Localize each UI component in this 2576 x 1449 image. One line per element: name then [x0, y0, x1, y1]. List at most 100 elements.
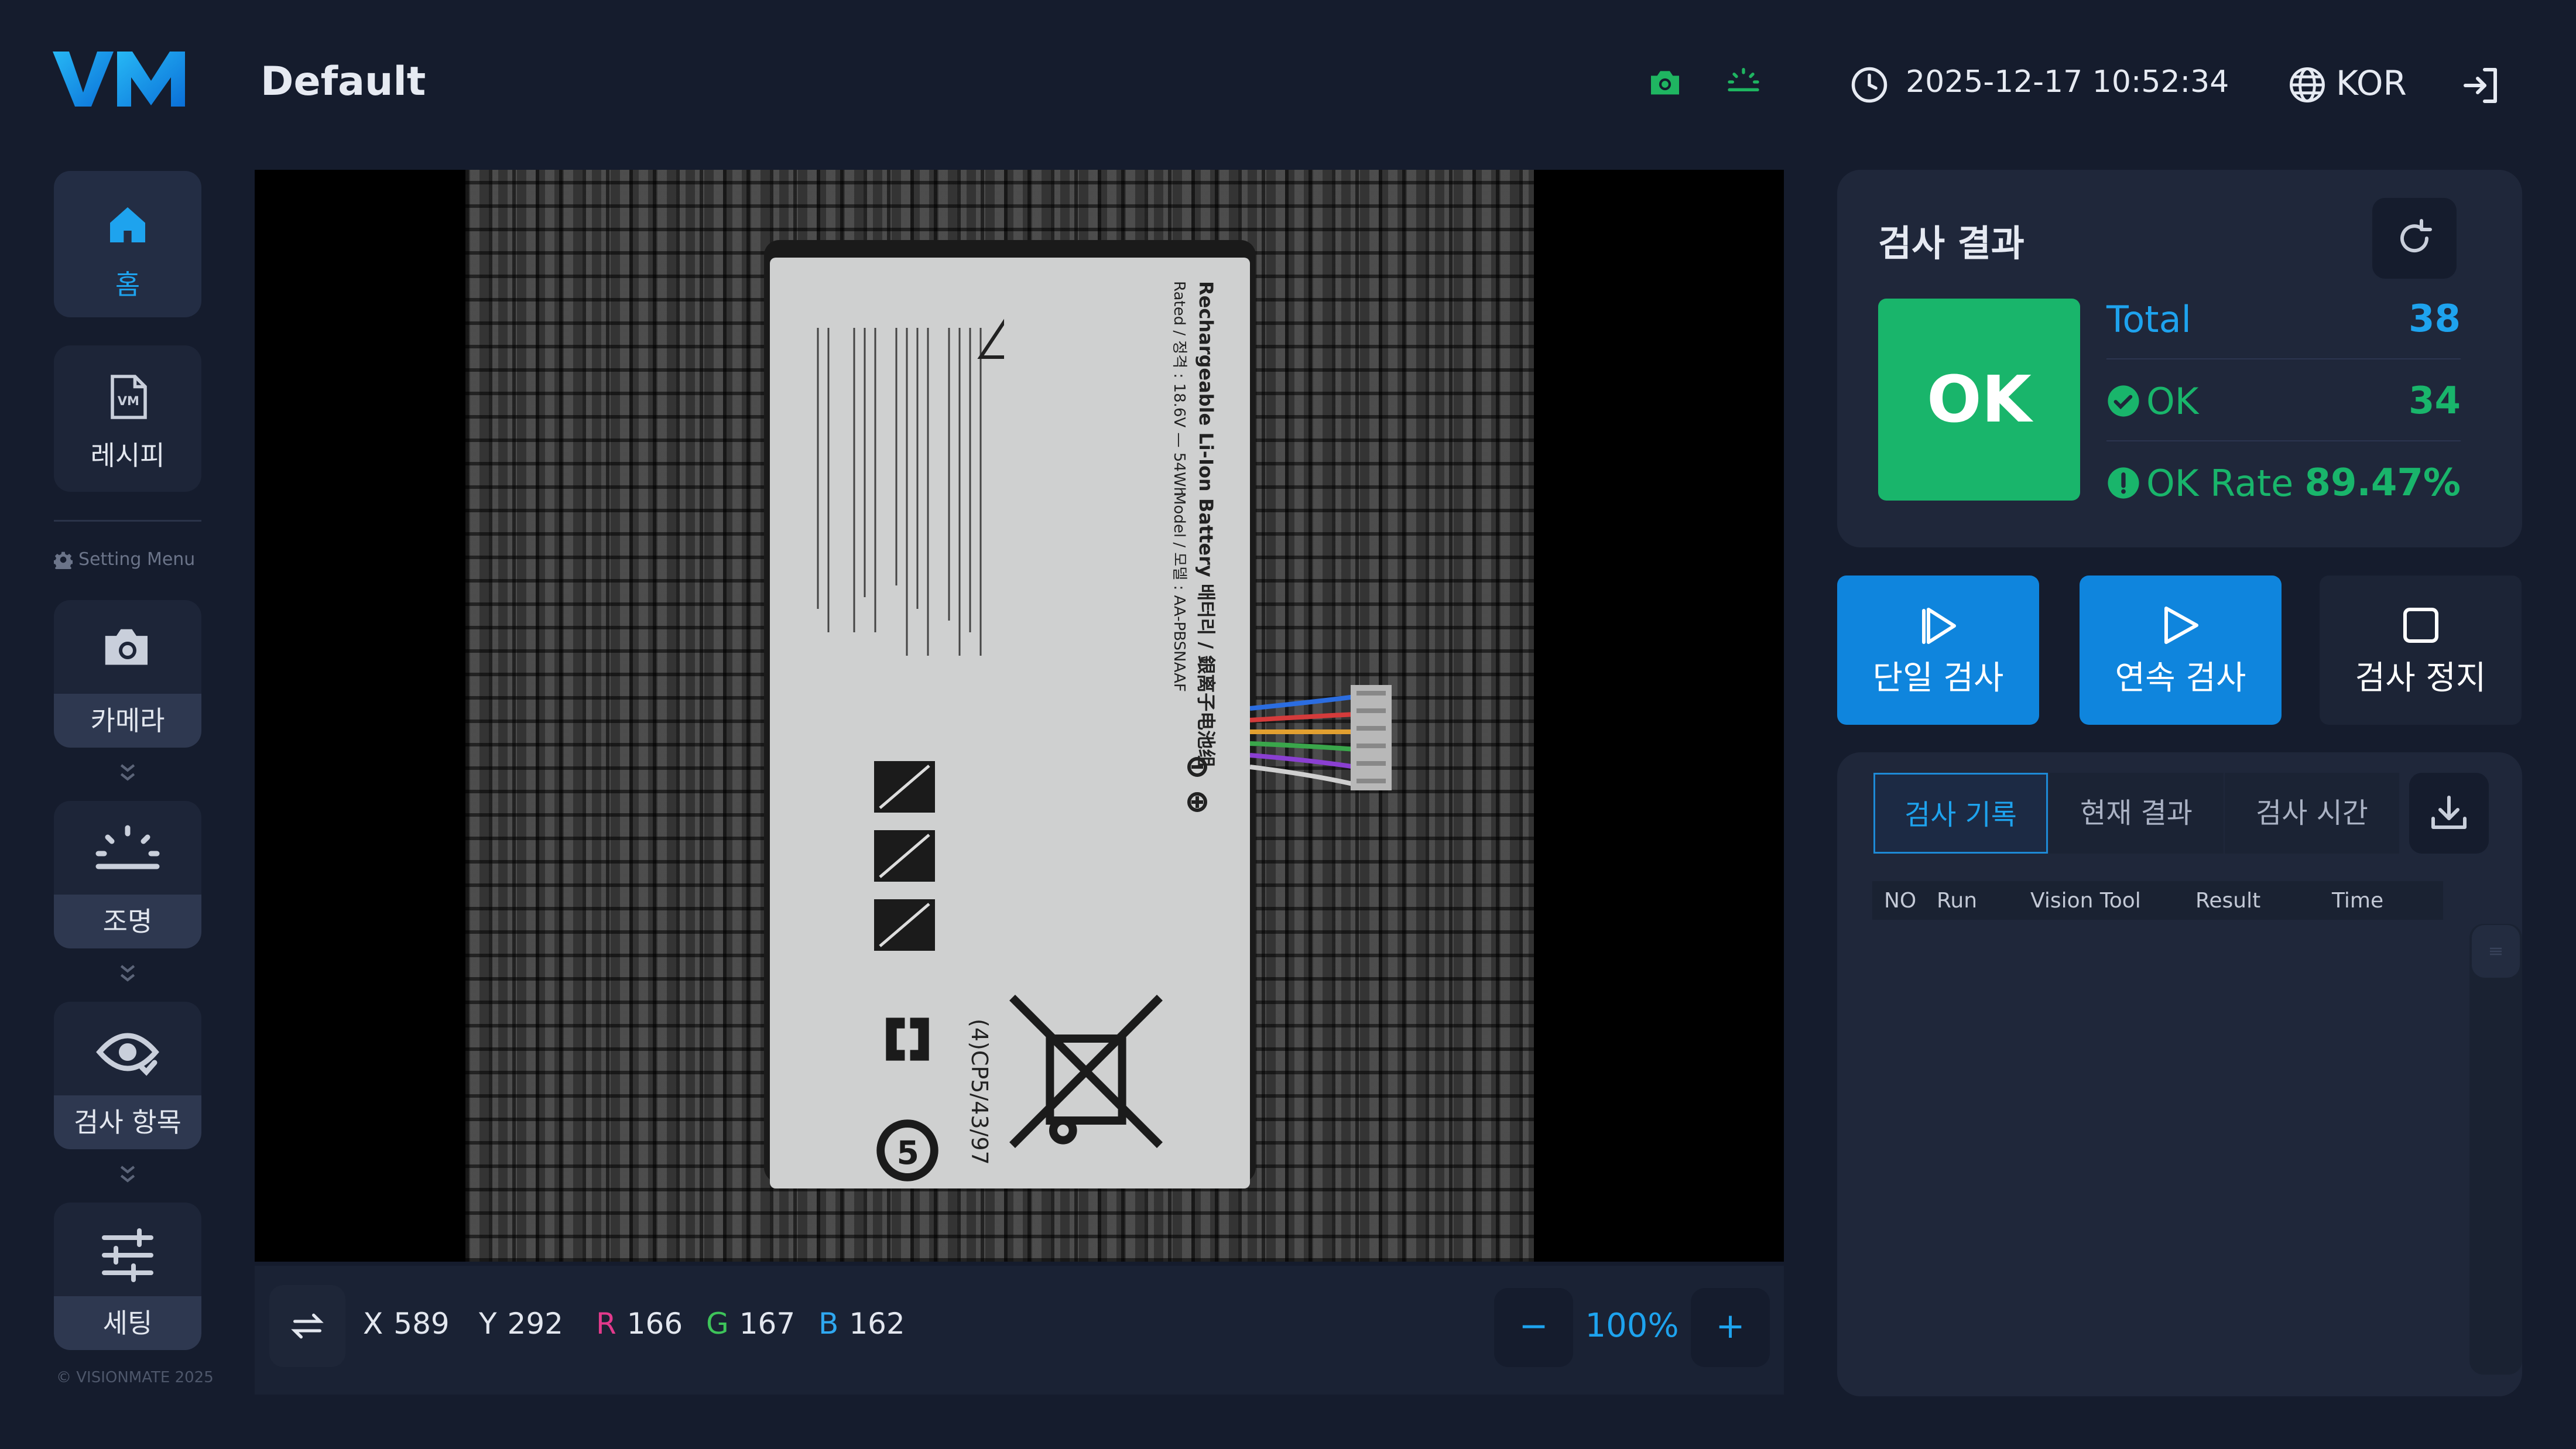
home-icon: [110, 207, 145, 242]
sidebar-item-label: 카메라: [54, 694, 201, 748]
r-label: R: [596, 1307, 616, 1341]
stat-ok: OK 34: [2106, 360, 2461, 442]
setting-menu-label: Setting Menu: [78, 549, 196, 570]
sidebar-item-recipe[interactable]: VM 레시피: [54, 345, 201, 492]
ok-rate-label: OK Rate: [2146, 461, 2294, 505]
history-table-header: NO Run Vision Tool Result Time: [1872, 881, 2443, 920]
single-inspection-button[interactable]: 단일 검사: [1837, 576, 2039, 725]
download-button[interactable]: [2409, 773, 2489, 854]
y-value: 292: [507, 1307, 563, 1341]
sidebar-item-label: 조명: [54, 895, 201, 948]
tab-inspection-time[interactable]: 검사 시간: [2225, 773, 2399, 854]
sidebar-item-label: 검사 항목: [54, 1095, 201, 1149]
pixel-x-readout: X 589: [363, 1307, 450, 1341]
stop-inspection-label: 검사 정지: [2355, 659, 2486, 697]
download-icon: [2431, 796, 2467, 829]
visionmate-logo: [53, 52, 185, 107]
x-label: X: [363, 1307, 383, 1341]
sidebar-item-lighting[interactable]: 조명: [54, 801, 201, 948]
sidebar-item-settings[interactable]: 세팅: [54, 1203, 201, 1350]
gear-icon: [54, 551, 73, 569]
wire-connector: [1250, 685, 1392, 790]
result-status-badge: OK: [1878, 299, 2080, 501]
ok-rate-value: 89.47%: [2304, 461, 2461, 505]
total-label: Total: [2106, 297, 2191, 341]
zoom-in-button[interactable]: +: [1691, 1288, 1770, 1367]
polarity-marks: [1187, 757, 1207, 812]
grip-icon: [2490, 947, 2502, 955]
clock-icon: [1851, 67, 1888, 103]
globe-icon[interactable]: [2288, 66, 2327, 104]
alert-circle-icon: [2108, 467, 2139, 499]
stat-ok-rate: OK Rate 89.47%: [2106, 442, 2461, 524]
warning-symbols: [874, 761, 935, 951]
sidebar-item-camera[interactable]: 카메라: [54, 600, 201, 748]
check-circle-icon: [2108, 385, 2139, 417]
battery-model-code: (4)CP5/43/97: [967, 1019, 992, 1165]
scrollbar-thumb[interactable]: [2472, 925, 2520, 978]
zoom-out-button[interactable]: −: [1494, 1288, 1573, 1367]
page-title: Default: [261, 59, 426, 105]
column-header-time: Time: [2332, 888, 2384, 913]
sidebar-divider: [54, 520, 201, 522]
battery-label: Rechargeable Li-Ion Battery 배터리 / 銀离子电池组…: [770, 258, 1250, 1188]
g-label: G: [706, 1307, 729, 1341]
sidebar-item-inspection-items[interactable]: 검사 항목: [54, 1002, 201, 1149]
zoom-level: 100%: [1585, 1307, 1679, 1345]
copyright-text: © VISIONMATE 2025: [56, 1369, 214, 1386]
column-header-run: Run: [1937, 888, 1978, 913]
battery-title: Rechargeable Li-Ion Battery 배터리 / 銀离子电池组: [1195, 281, 1217, 768]
play-icon: [2164, 607, 2198, 644]
battery-rating: Rated / 정격 : 18.6V — 54Wh: [1170, 281, 1188, 497]
y-label: Y: [479, 1307, 497, 1341]
weee-bin-icon: [1009, 995, 1163, 1148]
setting-menu-heading: Setting Menu: [54, 549, 195, 570]
sidebar-item-home[interactable]: 홈: [54, 171, 201, 317]
single-inspection-label: 단일 검사: [1872, 659, 2004, 697]
ok-label: OK: [2146, 379, 2199, 423]
sidebar-item-label: 홈: [115, 269, 141, 300]
swap-icon: [291, 1313, 324, 1339]
column-header-result: Result: [2195, 888, 2261, 913]
camera-status-icon: [1651, 71, 1679, 95]
history-scrollbar[interactable]: [2469, 924, 2522, 1375]
pixel-g-readout: G 167: [706, 1307, 795, 1341]
svg-text:VM: VM: [118, 394, 139, 408]
eye-icon: [96, 1033, 159, 1076]
sidebar-item-label: 세팅: [54, 1296, 201, 1350]
tab-current-result[interactable]: 현재 결과: [2049, 773, 2224, 854]
sliders-icon: [102, 1228, 153, 1282]
play-step-icon: [1922, 608, 1956, 644]
continuous-inspection-button[interactable]: 연속 검사: [2080, 576, 2282, 725]
result-title: 검사 결과: [1878, 222, 2025, 265]
language-selector[interactable]: KOR: [2336, 63, 2407, 103]
image-viewer[interactable]: Rechargeable Li-Ion Battery 배터리 / 銀离子电池组…: [255, 170, 1784, 1262]
light-status-icon: [1728, 68, 1759, 91]
stop-icon: [2403, 608, 2438, 643]
refresh-button[interactable]: [2372, 198, 2457, 279]
battery-fine-print: [817, 318, 1004, 656]
recycle-icon: [886, 1018, 929, 1061]
chevron-down-icon: [120, 965, 135, 982]
stop-inspection-button[interactable]: 검사 정지: [2320, 576, 2522, 725]
swap-view-button[interactable]: [269, 1285, 345, 1367]
stat-divider: [2106, 440, 2461, 441]
ok-value: 34: [2408, 379, 2461, 423]
b-value: 162: [849, 1307, 905, 1341]
camera-icon: [105, 629, 148, 665]
battery-model: Model / 모델 : AA-PBSNAAF: [1170, 492, 1188, 692]
tab-history[interactable]: 검사 기록: [1873, 773, 2048, 854]
chevron-down-icon: [120, 1166, 135, 1183]
column-header-vision-tool: Vision Tool: [2030, 888, 2141, 913]
recycle-5-icon: 5: [876, 1119, 938, 1181]
r-value: 166: [626, 1307, 683, 1341]
logout-icon[interactable]: [2460, 64, 2502, 107]
pixel-b-readout: B 162: [818, 1307, 905, 1341]
stat-divider: [2106, 358, 2461, 359]
svg-text:5: 5: [897, 1134, 919, 1171]
column-header-no: NO: [1884, 888, 1917, 913]
pixel-y-readout: Y 292: [479, 1307, 563, 1341]
sidebar-item-label: 레시피: [90, 440, 165, 471]
x-value: 589: [393, 1307, 450, 1341]
total-value: 38: [2408, 297, 2461, 341]
